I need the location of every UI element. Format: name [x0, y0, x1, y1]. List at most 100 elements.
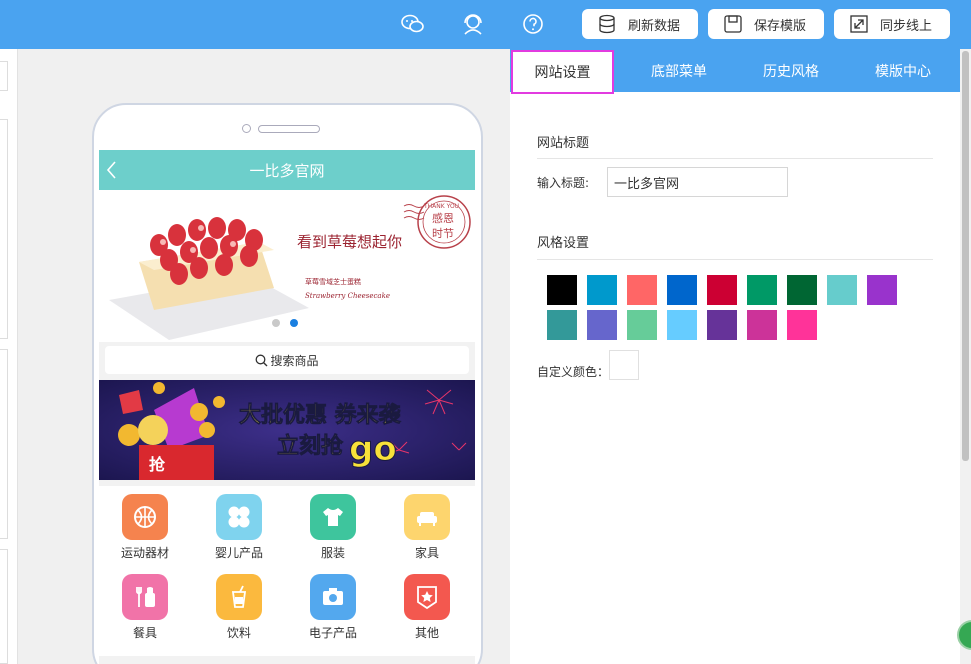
category-tile: [122, 574, 168, 620]
site-title-input[interactable]: [607, 167, 788, 197]
coupon-promo-image: 抢 大批优惠 券来袭 立刻抢 go: [99, 380, 475, 480]
product-search-bar[interactable]: 搜索商品: [105, 346, 469, 374]
cake-banner-image: 看到草莓想起你 草莓雪域芝士蛋糕 Strawberry Cheesecake T…: [99, 190, 475, 342]
color-swatch[interactable]: [627, 310, 657, 340]
category-label: 餐具: [132, 626, 157, 640]
style-settings-heading: 风格设置: [537, 236, 590, 251]
expand-icon: [848, 13, 870, 35]
baby-product-icon: [228, 506, 250, 528]
tab-bottom-menu[interactable]: 底部菜单: [623, 49, 735, 92]
category-tile: [216, 574, 262, 620]
tab-template-center[interactable]: 模版中心: [847, 49, 959, 92]
category-item[interactable]: 饮料: [204, 574, 274, 641]
search-label: 搜索商品: [270, 353, 319, 368]
category-tile: [404, 574, 450, 620]
app-header: 一比多官网: [99, 150, 475, 190]
site-title-heading: 网站标题: [537, 136, 590, 151]
phone-speaker: [258, 125, 320, 133]
banner-product-cn: 草莓雪域芝士蛋糕: [305, 277, 361, 286]
left-sidebar-strip: [0, 49, 18, 664]
divider: [537, 158, 933, 159]
color-swatch[interactable]: [867, 275, 897, 305]
promo-grab-text: 抢: [149, 455, 166, 474]
drink-icon: [231, 585, 247, 608]
promo-line-1: 大批优惠 券来袭: [239, 402, 402, 428]
category-label: 运动器材: [120, 546, 169, 560]
category-item[interactable]: 电子产品: [298, 574, 368, 641]
category-label: 电子产品: [308, 626, 357, 640]
color-swatch[interactable]: [667, 310, 697, 340]
wechat-icon[interactable]: [400, 11, 426, 37]
sync-online-label: 同步线上: [880, 18, 933, 34]
category-label: 婴儿产品: [214, 546, 263, 560]
custom-color-label: 自定义颜色：: [537, 365, 610, 379]
stamp-text-main-1: 感恩: [432, 212, 454, 225]
settings-tabs: 网站设置 底部菜单 历史风格 模版中心: [510, 49, 960, 94]
category-tile: [310, 574, 356, 620]
category-item[interactable]: 服装: [298, 494, 368, 561]
sidebar-segment[interactable]: [0, 349, 8, 539]
color-swatch[interactable]: [667, 275, 697, 305]
sidebar-segment[interactable]: [0, 549, 8, 664]
banner-headline: 看到草莓想起你: [297, 233, 402, 251]
help-icon[interactable]: [520, 11, 546, 37]
color-swatch[interactable]: [547, 310, 577, 340]
banner-carousel[interactable]: 看到草莓想起你 草莓雪域芝士蛋糕 Strawberry Cheesecake T…: [99, 190, 475, 342]
database-icon: [596, 13, 618, 35]
category-item[interactable]: 家具: [392, 494, 462, 561]
basketball-icon: [134, 506, 156, 528]
save-icon: [722, 13, 744, 35]
carousel-dot[interactable]: [272, 319, 280, 327]
app-title: 一比多官网: [249, 161, 325, 180]
color-swatch[interactable]: [747, 275, 777, 305]
color-swatch[interactable]: [787, 275, 817, 305]
color-swatch[interactable]: [747, 310, 777, 340]
category-item[interactable]: 其他: [392, 574, 462, 641]
color-swatch[interactable]: [547, 275, 577, 305]
save-template-button[interactable]: 保存模版: [708, 9, 824, 39]
category-item[interactable]: 运动器材: [110, 494, 180, 561]
promo-banner[interactable]: 抢 大批优惠 券来袭 立刻抢 go: [99, 380, 475, 480]
category-label: 家具: [414, 546, 439, 560]
category-label: 饮料: [226, 626, 251, 640]
refresh-data-button[interactable]: 刷新数据: [582, 9, 698, 39]
star-badge-icon: [417, 586, 437, 610]
category-tile: [404, 494, 450, 540]
color-swatch[interactable]: [627, 275, 657, 305]
tab-history-style[interactable]: 历史风格: [735, 49, 847, 92]
promo-line-2: 立刻抢: [277, 433, 344, 459]
color-swatch[interactable]: [587, 310, 617, 340]
search-icon: [256, 354, 268, 366]
category-item[interactable]: 婴儿产品: [204, 494, 274, 561]
back-arrow-icon[interactable]: [105, 159, 119, 181]
category-tile: [310, 494, 356, 540]
phone-screen: 一比多官网 看到草莓想起你 草莓雪域芝士蛋糕 Strawberry Cheese…: [99, 150, 475, 664]
promo-go-text: go: [349, 429, 397, 469]
category-item[interactable]: 餐具: [110, 574, 180, 641]
camera-icon: [323, 588, 343, 605]
input-title-label: 输入标题:: [537, 176, 590, 190]
custom-color-picker[interactable]: [609, 350, 639, 380]
sidebar-segment[interactable]: [0, 61, 8, 91]
support-agent-icon[interactable]: [460, 11, 486, 37]
category-label: 服装: [320, 546, 345, 560]
divider: [537, 259, 933, 260]
color-swatch[interactable]: [587, 275, 617, 305]
category-tile: [122, 494, 168, 540]
tab-site-settings[interactable]: 网站设置: [511, 50, 614, 94]
scrollbar-thumb[interactable]: [962, 51, 969, 461]
carousel-dot-active[interactable]: [290, 319, 298, 327]
sidebar-segment[interactable]: [0, 119, 8, 339]
color-swatch[interactable]: [787, 310, 817, 340]
phone-camera: [242, 124, 251, 133]
category-grid: 运动器材 婴儿产品 服装 家具 餐具 饮料 电子产品 其他: [99, 486, 475, 656]
sync-online-button[interactable]: 同步线上: [834, 9, 950, 39]
color-swatch[interactable]: [827, 275, 857, 305]
tshirt-icon: [323, 508, 343, 526]
save-template-label: 保存模版: [754, 18, 807, 34]
refresh-data-label: 刷新数据: [628, 18, 681, 34]
stamp-text-top: THANK YOU: [423, 203, 459, 210]
color-swatch[interactable]: [707, 275, 737, 305]
color-swatch[interactable]: [707, 310, 737, 340]
page-scrollbar[interactable]: [960, 49, 971, 664]
